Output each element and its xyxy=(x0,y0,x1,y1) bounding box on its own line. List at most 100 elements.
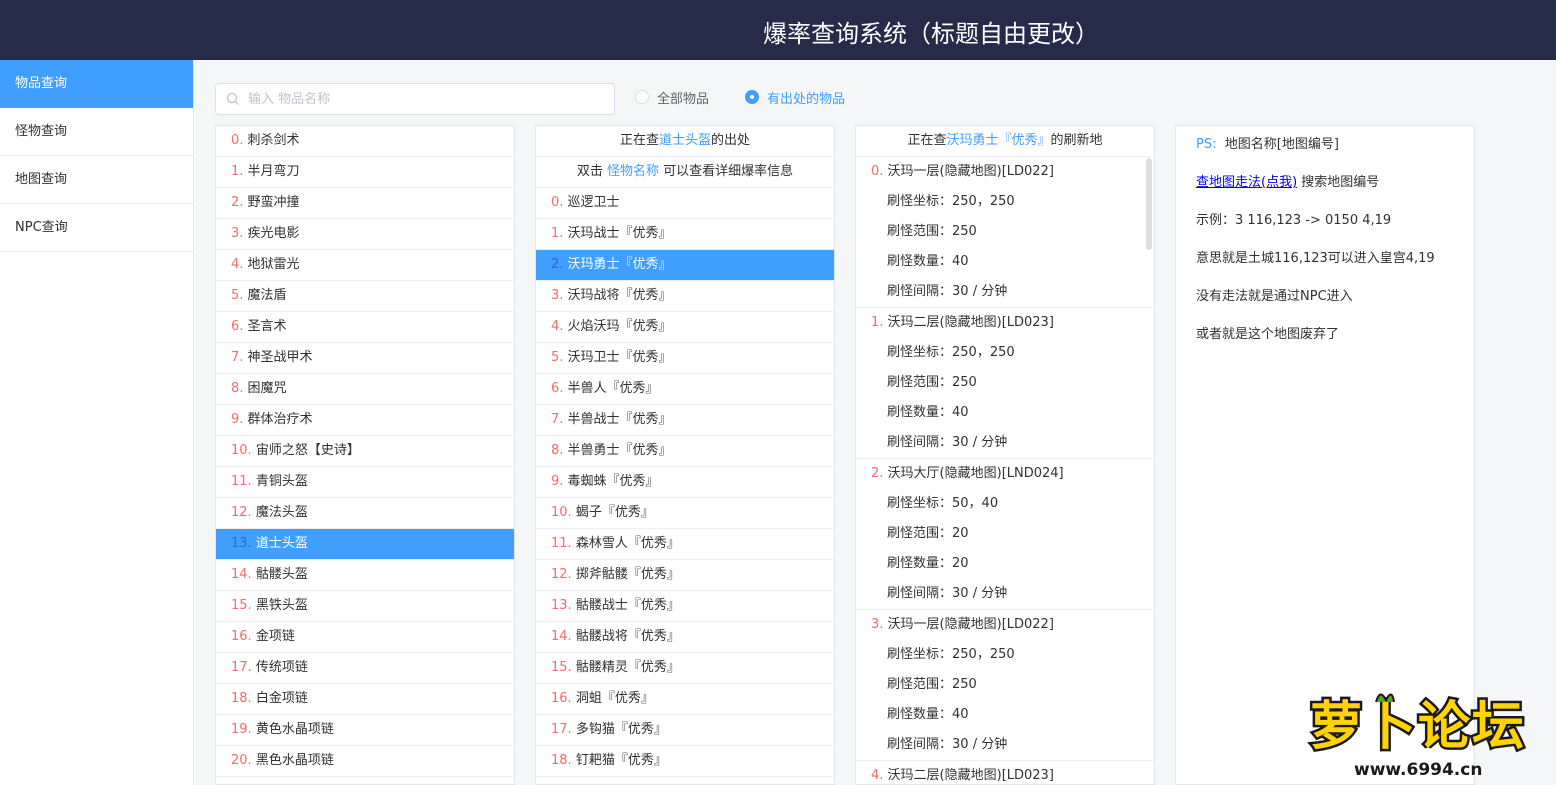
item-row[interactable]: 19. 黄色水晶项链 xyxy=(216,715,514,746)
spawn-range-label: 刷怪范围： xyxy=(887,677,953,692)
spawn-count-label: 刷怪数量： xyxy=(887,556,953,571)
spawns-panel-header: 正在查沃玛勇士『优秀』的刷新地 xyxy=(856,126,1154,157)
item-row[interactable]: 5. 魔法盾 xyxy=(216,281,514,312)
radio-circle xyxy=(635,90,649,104)
sidebar-item-npc[interactable]: NPC查询 xyxy=(0,204,193,252)
monster-row[interactable]: 9. 毒蜘蛛『优秀』 xyxy=(536,467,834,498)
spawn-range-row: 刷怪范围：250 xyxy=(856,217,1154,247)
item-row[interactable]: 7. 神圣战甲术 xyxy=(216,343,514,374)
monster-row[interactable]: 15. 骷髅精灵『优秀』 xyxy=(536,653,834,684)
monster-name: 骷髅精灵『优秀』 xyxy=(575,660,680,675)
item-row[interactable]: 12. 魔法头盔 xyxy=(216,498,514,529)
item-row[interactable]: 16. 金项链 xyxy=(216,622,514,653)
spawn-coord-label: 刷怪坐标： xyxy=(887,194,953,209)
spawns-panel: 正在查沃玛勇士『优秀』的刷新地 0. 沃玛一层(隐藏地图)[LD022] 刷怪坐标… xyxy=(855,125,1155,785)
spawn-map-title[interactable]: 4. 沃玛二层(隐藏地图)[LD023] xyxy=(856,761,1154,784)
ps-text: 地图名称[地图编号] xyxy=(1224,137,1339,152)
item-row[interactable]: 11. 青铜头盔 xyxy=(216,467,514,498)
search-input[interactable] xyxy=(248,84,608,114)
map-route-link[interactable]: 查地图走法(点我) xyxy=(1196,175,1297,190)
sidebar-item-monsters[interactable]: 怪物查询 xyxy=(0,108,193,156)
item-row[interactable]: 9. 群体治疗术 xyxy=(216,405,514,436)
spawn-index: 0. xyxy=(871,164,884,179)
item-name: 困魔咒 xyxy=(247,381,287,396)
spawn-count-value: 20 xyxy=(952,556,969,571)
item-row[interactable]: 17. 传统项链 xyxy=(216,653,514,684)
item-index: 12. xyxy=(231,505,252,520)
sidebar-item-items[interactable]: 物品查询 xyxy=(0,60,193,108)
item-name: 道士头盔 xyxy=(255,536,308,551)
monster-row[interactable]: 3. 沃玛战将『优秀』 xyxy=(536,281,834,312)
monster-row[interactable]: 12. 掷斧骷髅『优秀』 xyxy=(536,560,834,591)
item-index: 14. xyxy=(231,567,252,582)
monster-name: 洞蛆『优秀』 xyxy=(575,691,654,706)
monster-index: 1. xyxy=(551,226,564,241)
item-index: 2. xyxy=(231,195,244,210)
monster-row[interactable]: 13. 骷髅战士『优秀』 xyxy=(536,591,834,622)
spawn-interval-label: 刷怪间隔： xyxy=(887,435,953,450)
spawn-map-title[interactable]: 1. 沃玛二层(隐藏地图)[LD023] xyxy=(856,308,1154,338)
item-row[interactable]: 8. 困魔咒 xyxy=(216,374,514,405)
monster-index: 4. xyxy=(551,319,564,334)
monster-index: 16. xyxy=(551,691,572,706)
monster-row[interactable]: 7. 半兽战士『优秀』 xyxy=(536,405,834,436)
info-ps-line: PS: 地图名称[地图编号] xyxy=(1196,133,1339,152)
monster-name: 森林雪人『优秀』 xyxy=(575,536,680,551)
radio-items-with-source[interactable]: 有出处的物品 xyxy=(745,89,845,107)
item-row[interactable]: 14. 骷髅头盔 xyxy=(216,560,514,591)
monster-row[interactable]: 5. 沃玛卫士『优秀』 xyxy=(536,343,834,374)
item-row[interactable]: 15. 黑铁头盔 xyxy=(216,591,514,622)
spawn-count-value: 40 xyxy=(952,254,969,269)
item-row[interactable]: 6. 圣言术 xyxy=(216,312,514,343)
item-name: 白金项链 xyxy=(255,691,308,706)
item-row[interactable]: 10. 宙师之怒【史诗】 xyxy=(216,436,514,467)
monster-row[interactable]: 14. 骷髅战将『优秀』 xyxy=(536,622,834,653)
spawn-coord-value: 250，250 xyxy=(952,194,1015,209)
monster-row[interactable]: 10. 蝎子『优秀』 xyxy=(536,498,834,529)
item-name: 半月弯刀 xyxy=(247,164,300,179)
item-index: 13. xyxy=(231,536,252,551)
item-name: 刺杀剑术 xyxy=(247,133,300,148)
item-row[interactable]: 0. 刺杀剑术 xyxy=(216,126,514,157)
monster-index: 11. xyxy=(551,536,572,551)
monster-row[interactable]: 4. 火焰沃玛『优秀』 xyxy=(536,312,834,343)
item-row[interactable]: 18. 白金项链 xyxy=(216,684,514,715)
item-row[interactable]: 13. 道士头盔 xyxy=(216,529,514,560)
item-row[interactable]: 4. 地狱雷光 xyxy=(216,250,514,281)
spawn-interval-label: 刷怪间隔： xyxy=(887,586,953,601)
spawn-count-row: 刷怪数量：40 xyxy=(856,398,1154,428)
item-row[interactable]: 20. 黑色水晶项链 xyxy=(216,746,514,777)
spawn-map-title[interactable]: 3. 沃玛一层(隐藏地图)[LD022] xyxy=(856,610,1154,640)
spawn-index: 2. xyxy=(871,466,884,481)
monster-row[interactable]: 6. 半兽人『优秀』 xyxy=(536,374,834,405)
radio-all-items[interactable]: 全部物品 xyxy=(635,89,709,107)
monster-row[interactable]: 2. 沃玛勇士『优秀』 xyxy=(536,250,834,281)
spawn-group: 2. 沃玛大厅(隐藏地图)[LND024] 刷怪坐标：50，40 刷怪范围：20 刷怪… xyxy=(856,459,1154,610)
spawn-map-title[interactable]: 0. 沃玛一层(隐藏地图)[LD022] xyxy=(856,157,1154,187)
monster-index: 0. xyxy=(551,195,564,210)
spawn-map-title[interactable]: 2. 沃玛大厅(隐藏地图)[LND024] xyxy=(856,459,1154,489)
spawn-group: 0. 沃玛一层(隐藏地图)[LD022] 刷怪坐标：250，250 刷怪范围：250… xyxy=(856,157,1154,308)
item-index: 1. xyxy=(231,164,244,179)
monster-row[interactable]: 18. 钉耙猫『优秀』 xyxy=(536,746,834,777)
scrollbar[interactable] xyxy=(1146,158,1152,250)
monster-row[interactable]: 8. 半兽勇士『优秀』 xyxy=(536,436,834,467)
monster-row[interactable]: 17. 多钩猫『优秀』 xyxy=(536,715,834,746)
sidebar-item-maps[interactable]: 地图查询 xyxy=(0,156,193,204)
monster-row[interactable]: 0. 巡逻卫士 xyxy=(536,188,834,219)
item-row[interactable]: 1. 半月弯刀 xyxy=(216,157,514,188)
spawn-coord-label: 刷怪坐标： xyxy=(887,647,953,662)
page-title: 爆率查询系统（标题自由更改） xyxy=(763,20,1099,48)
item-row[interactable]: 2. 野蛮冲撞 xyxy=(216,188,514,219)
monster-name: 半兽战士『优秀』 xyxy=(567,412,672,427)
spawn-range-value: 250 xyxy=(952,375,977,390)
monster-row[interactable]: 11. 森林雪人『优秀』 xyxy=(536,529,834,560)
item-name: 传统项链 xyxy=(255,660,308,675)
monster-name: 掷斧骷髅『优秀』 xyxy=(575,567,680,582)
item-row[interactable]: 3. 疾光电影 xyxy=(216,219,514,250)
monster-index: 5. xyxy=(551,350,564,365)
monster-row[interactable]: 16. 洞蛆『优秀』 xyxy=(536,684,834,715)
monster-row[interactable]: 1. 沃玛战士『优秀』 xyxy=(536,219,834,250)
spawn-coord-label: 刷怪坐标： xyxy=(887,345,953,360)
monsters-panel-header: 正在查道士头盔的出处 xyxy=(536,126,834,157)
